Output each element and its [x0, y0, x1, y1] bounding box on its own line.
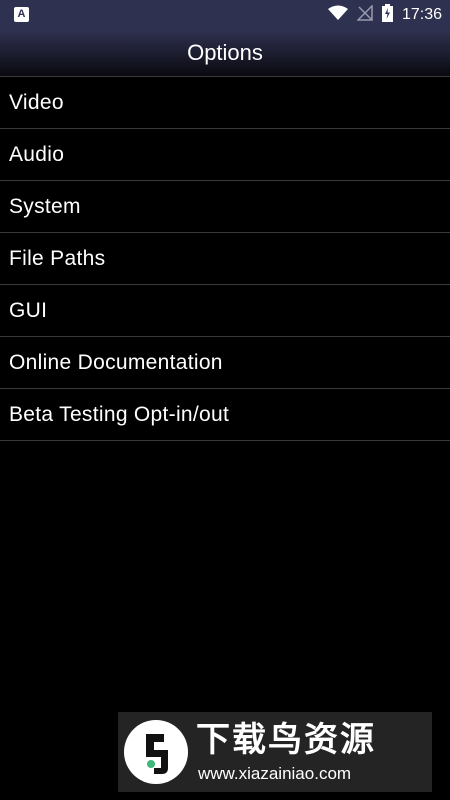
menu-item-system[interactable]: System: [0, 181, 450, 233]
menu-item-label: GUI: [9, 298, 48, 322]
menu-item-label: Video: [9, 90, 64, 114]
status-time: 17:36: [401, 6, 442, 23]
watermark-title: 下载鸟资源: [196, 721, 376, 759]
menu-item-label: File Paths: [9, 246, 106, 270]
bird-logo-icon: [124, 720, 188, 784]
menu-item-online-documentation[interactable]: Online Documentation: [0, 337, 450, 389]
notification-app-icon: A: [14, 7, 29, 22]
page-title: Options: [187, 40, 263, 65]
menu-item-audio[interactable]: Audio: [0, 129, 450, 181]
battery-charging-icon: [381, 3, 393, 27]
menu-item-file-paths[interactable]: File Paths: [0, 233, 450, 285]
no-signal-icon: [356, 3, 373, 26]
menu-item-video[interactable]: Video: [0, 77, 450, 129]
menu-item-label: Online Documentation: [9, 350, 223, 374]
wifi-icon: [327, 5, 348, 26]
watermark-url: www.xiazainiao.com: [198, 764, 352, 783]
menu-item-beta-testing[interactable]: Beta Testing Opt-in/out: [0, 389, 450, 441]
watermark-banner: 下载鸟资源 www.xiazainiao.com: [118, 712, 432, 792]
screen: A 17:36 Options Video Audio System File …: [0, 0, 450, 800]
status-bar: A 17:36: [0, 0, 450, 30]
menu-item-label: Beta Testing Opt-in/out: [9, 402, 230, 426]
notification-app-letter: A: [17, 8, 26, 20]
menu-item-label: System: [9, 194, 81, 218]
app-header: Options: [0, 30, 450, 76]
status-icons: 17:36: [327, 3, 442, 27]
options-menu: Video Audio System File Paths GUI Online…: [0, 76, 450, 441]
menu-item-label: Audio: [9, 142, 65, 166]
menu-item-gui[interactable]: GUI: [0, 285, 450, 337]
